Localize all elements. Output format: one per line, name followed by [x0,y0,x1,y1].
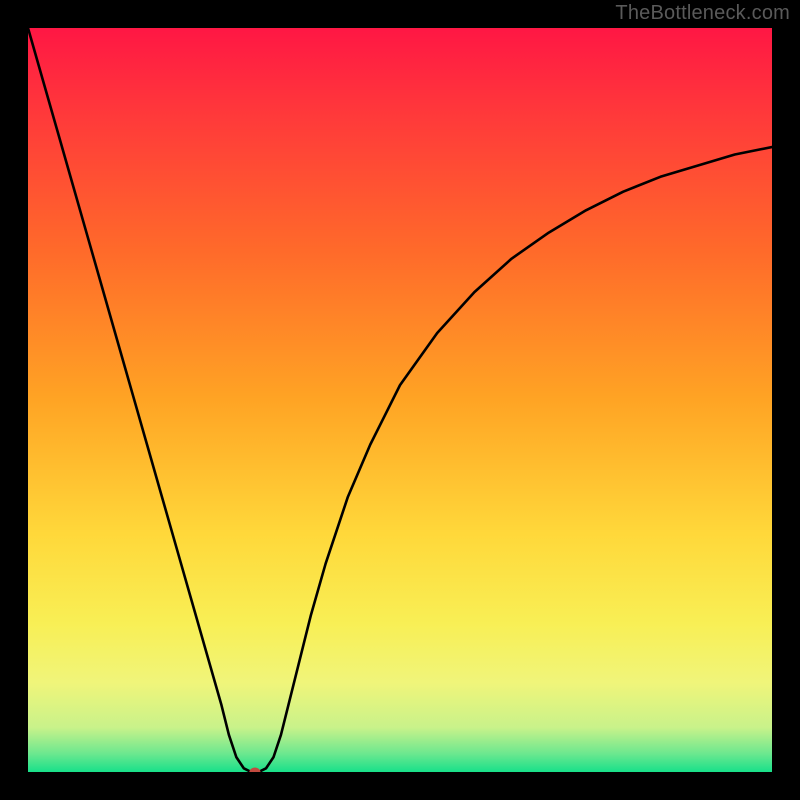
gradient-background [28,28,772,772]
bottleneck-chart [28,28,772,772]
chart-frame: TheBottleneck.com [0,0,800,800]
watermark-text: TheBottleneck.com [615,2,790,25]
